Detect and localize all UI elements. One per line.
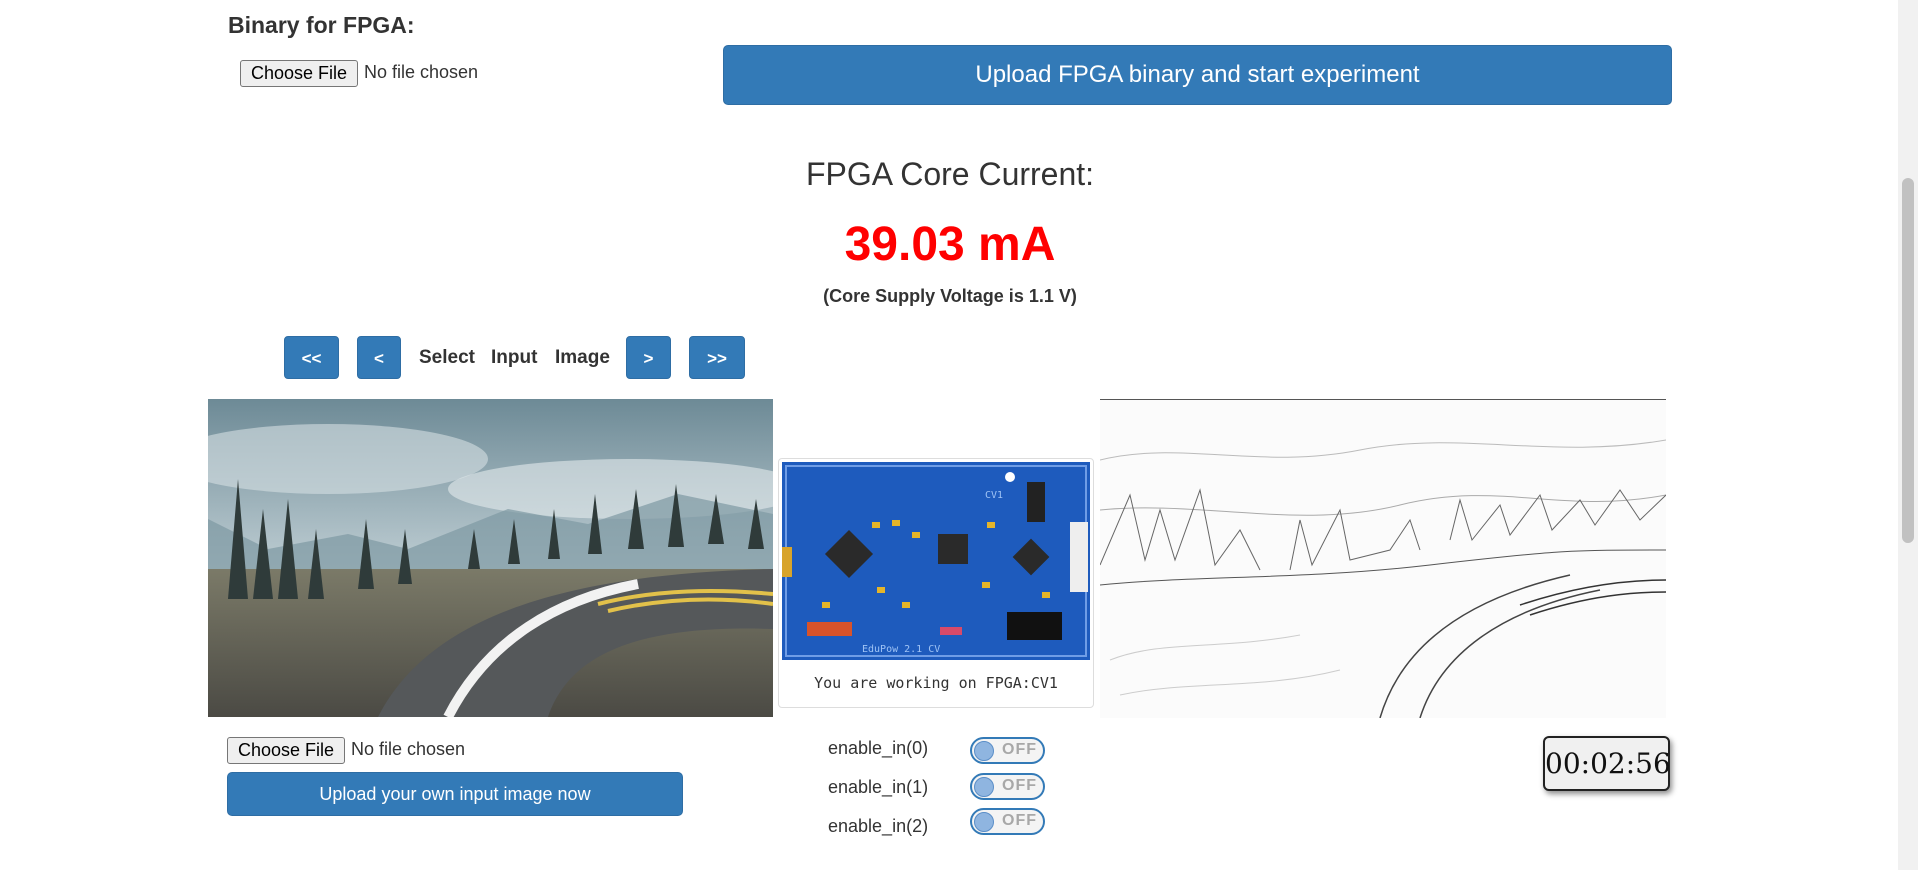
upload-fpga-binary-button[interactable]: Upload FPGA binary and start experiment: [723, 45, 1672, 105]
experiment-timer: 00:02:56: [1543, 736, 1671, 791]
image-word: Image: [555, 347, 610, 368]
toggle-state: OFF: [1002, 777, 1037, 794]
enable-in-1-label: enable_in(1): [828, 777, 929, 797]
toggle-knob: [974, 812, 994, 832]
toggle-state: OFF: [1002, 812, 1037, 829]
enable-in-0-toggle[interactable]: OFF: [970, 737, 1045, 764]
toggle-knob: [974, 777, 994, 797]
fpga-binary-choose-file-button[interactable]: Choose File: [240, 60, 359, 87]
enable-in-2-label: enable_in(2): [828, 816, 929, 836]
select-word: Select: [419, 347, 475, 368]
fpga-board-panel: CV1 EduPow 2.1 CV You are working on FPG…: [778, 458, 1094, 708]
toggle-knob: [974, 741, 994, 761]
binary-section-title: Binary for FPGA:: [228, 12, 415, 38]
road-photo-icon: [208, 399, 773, 717]
last-image-button[interactable]: >>: [689, 336, 745, 379]
enable-in-2-toggle[interactable]: OFF: [970, 808, 1045, 835]
output-image: [1100, 399, 1666, 718]
upload-own-image-button[interactable]: Upload your own input image now: [227, 772, 683, 816]
core-current-value: 39.03 mA: [844, 218, 1056, 271]
own-image-choose-file-button[interactable]: Choose File: [227, 737, 346, 764]
fpga-board-photo-icon: CV1 EduPow 2.1 CV: [782, 462, 1090, 660]
input-word: Input: [491, 347, 538, 368]
input-image: [208, 399, 773, 717]
edge-detected-road-icon: [1100, 400, 1666, 718]
own-image-file-status: No file chosen: [351, 739, 466, 759]
next-image-button[interactable]: >: [626, 336, 671, 379]
scrollbar-thumb[interactable]: [1902, 178, 1914, 543]
core-current-heading: FPGA Core Current:: [805, 156, 1095, 192]
board-silkscreen-bottom: EduPow 2.1 CV: [862, 644, 940, 655]
enable-in-0-label: enable_in(0): [828, 738, 929, 758]
board-silkscreen-top: CV1: [985, 490, 1003, 501]
previous-image-button[interactable]: <: [357, 336, 401, 379]
core-supply-voltage-note: (Core Supply Voltage is 1.1 V): [823, 286, 1077, 306]
board-caption: You are working on FPGA:CV1: [814, 674, 1058, 692]
page-scrollbar[interactable]: [1898, 0, 1918, 870]
first-image-button[interactable]: <<: [284, 336, 339, 379]
enable-in-1-toggle[interactable]: OFF: [970, 773, 1045, 800]
fpga-board-image: CV1 EduPow 2.1 CV: [782, 462, 1090, 660]
toggle-state: OFF: [1002, 741, 1037, 758]
fpga-binary-file-status: No file chosen: [364, 62, 479, 82]
